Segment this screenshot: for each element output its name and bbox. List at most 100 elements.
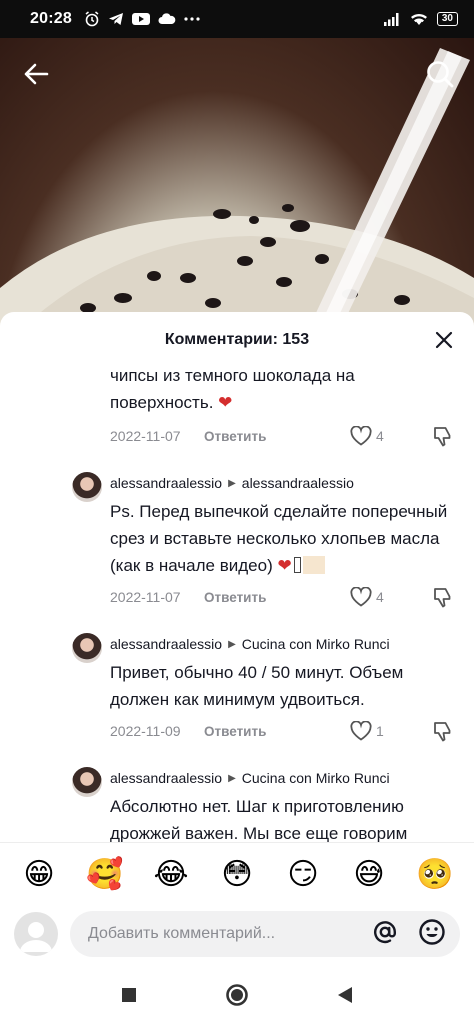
comment-author[interactable]: alessandraalessio [110,636,222,652]
emoji-picker-button[interactable] [418,918,446,951]
comment-text: Привет, обычно 40 / 50 минут. Объем долж… [110,663,404,709]
skin-tone-emoji [302,556,325,574]
avatar[interactable] [72,767,102,797]
like-count: 4 [376,428,384,444]
input-icons [372,918,446,951]
comment-date: 2022-11-07 [110,428,181,444]
close-button[interactable] [428,324,460,356]
status-right: 30 [383,12,458,26]
heart-outline-icon [350,426,372,446]
like-button[interactable]: 1 [350,721,390,741]
status-left: 20:28 [30,10,200,28]
more-dots-icon [184,16,200,22]
comment-item: чипсы из темного шоколада на поверхность… [0,362,474,450]
comment-author[interactable]: alessandraalessio [110,770,222,786]
comment-input[interactable]: Добавить комментарий... [70,911,460,957]
reply-button[interactable]: Ответить [204,429,266,444]
system-nav-bar [0,964,474,1026]
comment-item: alessandraalessio ▶ Cucina con Mirko Run… [0,633,474,745]
thumbs-down-icon [434,427,451,447]
square-icon [122,988,136,1002]
comment-header: alessandraalessio ▶ Cucina con Mirko Run… [110,633,454,655]
comment-item: alessandraalessio ▶ alessandraalessio Ps… [0,472,474,611]
comment-input-row: Добавить комментарий... [0,906,474,962]
battery-level: 30 [436,12,458,26]
reply-to-user[interactable]: Cucina con Mirko Runci [242,770,390,786]
avatar[interactable] [72,633,102,663]
comments-sheet: Комментарии: 153 чипсы из темного шокола… [0,312,474,1026]
heart-outline-icon [350,721,372,741]
emoji-smirk-button[interactable]: 😏 [284,856,322,894]
comment-meta: 2022-11-09 Ответить 1 [110,717,454,745]
my-avatar[interactable] [14,912,58,956]
status-bar: 20:28 30 [0,0,474,38]
dislike-button[interactable] [430,425,454,447]
emoji-hearts-button[interactable]: 🥰 [86,856,124,894]
comment-list[interactable]: чипсы из темного шоколада на поверхность… [0,362,474,842]
thumbs-down-icon [434,588,451,608]
emoji-laugh-tears-button[interactable]: 😂 [152,856,190,894]
dislike-button[interactable] [430,720,454,742]
emoji-icon [419,918,445,945]
cloud-icon [158,12,176,26]
video-frame-illustration [0,48,474,330]
default-avatar-icon [20,922,52,952]
red-heart-emoji: ❤ [277,556,292,575]
video-preview[interactable] [0,38,474,330]
emoji-quick-bar: 😁 🥰 😂 😳 😏 😅 🥺 [0,842,474,906]
like-count: 1 [376,723,384,739]
alarm-icon [84,11,100,27]
back-button[interactable] [12,50,60,98]
comment-item: alessandraalessio ▶ Cucina con Mirko Run… [0,767,474,842]
triangle-back-icon [338,987,352,1003]
reply-arrow-icon: ▶ [228,772,236,784]
comment-author[interactable]: alessandraalessio [110,475,222,491]
thumbs-down-icon [434,722,451,742]
comment-header: alessandraalessio ▶ alessandraalessio [110,472,454,494]
comment-input-placeholder: Добавить комментарий... [88,925,276,942]
search-button[interactable] [416,50,464,98]
heart-outline-icon [350,587,372,607]
mention-button[interactable] [372,919,398,950]
emoji-pleading-button[interactable]: 🥺 [416,856,454,894]
reply-arrow-icon: ▶ [228,477,236,489]
emoji-sweat-smile-button[interactable]: 😅 [350,856,388,894]
close-icon [435,331,453,349]
youtube-icon [131,12,150,26]
comment-date: 2022-11-09 [110,723,181,739]
comment-meta: 2022-11-07 Ответить 4 [110,583,454,611]
telegram-icon [108,11,124,27]
back-nav-button[interactable] [330,980,360,1010]
signal-icon [383,12,401,26]
comment-text: Абсолютно нет. Шаг к приготовлению дрожж… [110,797,408,842]
emoji-grin-button[interactable]: 😁 [20,856,58,894]
avatar[interactable] [72,472,102,502]
like-count: 4 [376,589,384,605]
reply-to-user[interactable]: Cucina con Mirko Runci [242,636,390,652]
status-time: 20:28 [30,10,72,27]
red-heart-emoji: ❤ [218,393,233,412]
reply-to-user[interactable]: alessandraalessio [242,475,354,491]
reply-button[interactable]: Ответить [204,724,266,739]
search-icon [427,61,454,88]
wifi-icon [409,12,429,26]
comments-count-title: Комментарии: 153 [164,330,310,348]
arrow-left-icon [24,63,49,85]
like-button[interactable]: 4 [350,426,390,446]
dislike-button[interactable] [430,586,454,608]
home-button[interactable] [222,980,252,1010]
like-button[interactable]: 4 [350,587,390,607]
reply-arrow-icon: ▶ [228,638,236,650]
reply-button[interactable]: Ответить [204,590,266,605]
comment-header: alessandraalessio ▶ Cucina con Mirko Run… [110,767,454,789]
comment-date: 2022-11-07 [110,589,181,605]
recents-button[interactable] [114,980,144,1010]
circle-icon [226,984,248,1006]
sheet-header: Комментарии: 153 [0,312,474,367]
comment-text: чипсы из темного шоколада на поверхность… [110,362,454,416]
comment-text: Ps. Перед выпечкой сделайте поперечный с… [110,498,454,579]
at-icon [374,920,396,943]
emoji-flushed-button[interactable]: 😳 [218,856,256,894]
missing-glyph-icon [293,557,301,573]
comment-meta: 2022-11-07 Ответить 4 [110,422,454,450]
